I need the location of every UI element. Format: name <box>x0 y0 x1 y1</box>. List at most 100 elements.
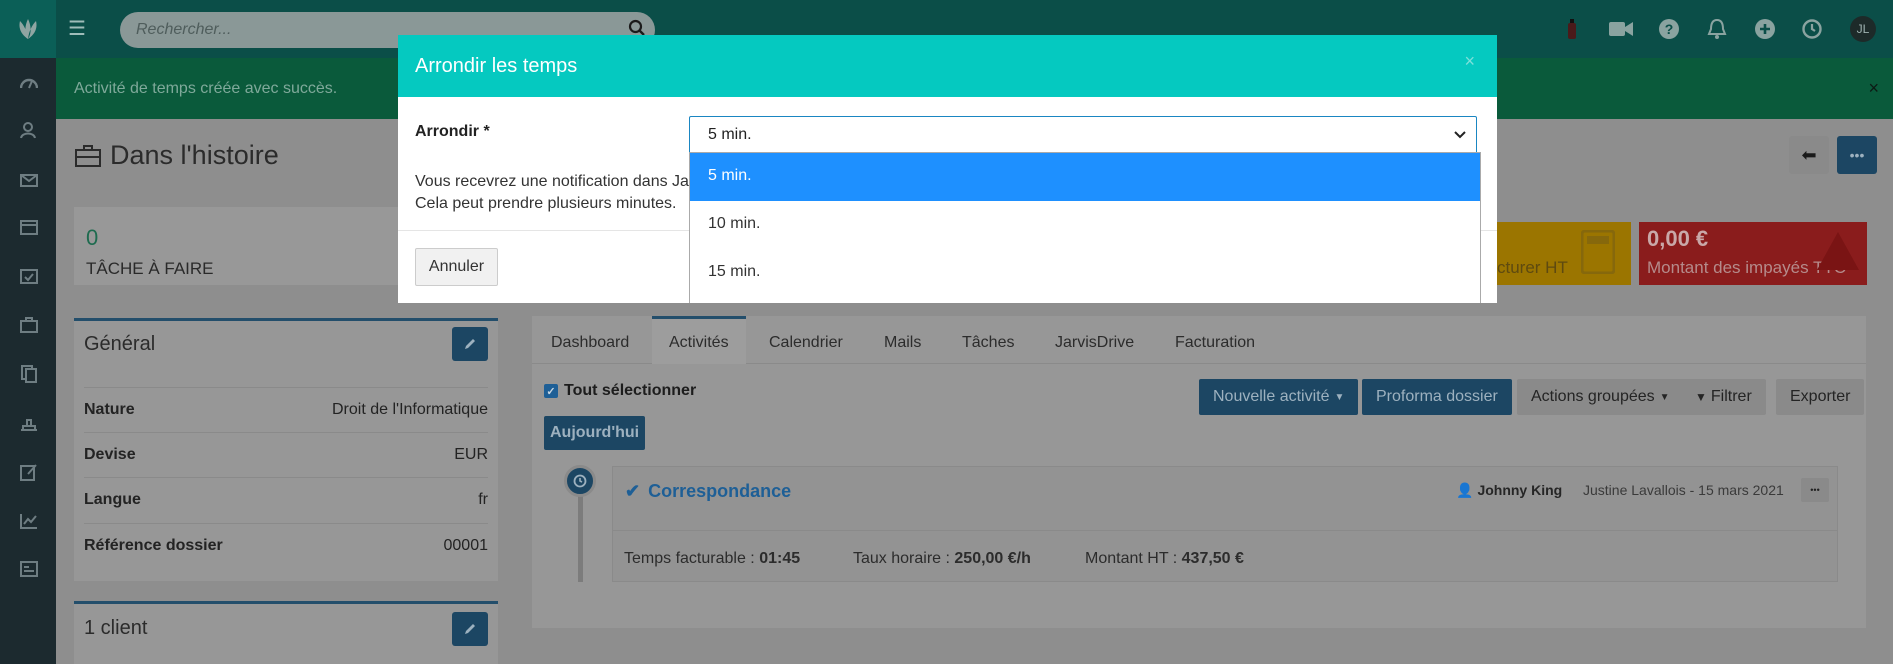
caret-down-icon: ▼ <box>1659 391 1670 403</box>
proforma-button[interactable]: Proforma dossier <box>1362 379 1512 415</box>
kpi-value: 0 <box>86 225 99 250</box>
option-15-min[interactable]: 15 min. <box>690 249 1480 297</box>
chart-line-icon[interactable] <box>19 512 39 530</box>
arrow-left-icon: ⬅ <box>1801 144 1817 165</box>
option-5-min[interactable]: 5 min. <box>690 153 1480 201</box>
edit-clients-button[interactable] <box>452 612 488 646</box>
activity-meta: Justine Lavallois - 15 mars 2021 <box>1583 482 1784 498</box>
row-label: Langue <box>84 491 141 508</box>
alert-text: Activité de temps créée avec succès. <box>74 80 338 97</box>
export-button[interactable]: Exporter <box>1776 379 1865 415</box>
hamburger-menu-icon[interactable]: ☰ <box>68 19 92 39</box>
amount-ht-label: Montant HT : <box>1085 550 1178 567</box>
page-title: Dans l'histoire <box>74 140 279 171</box>
more-options-button[interactable]: ••• <box>1837 136 1877 174</box>
tab-activites[interactable]: Activités <box>669 334 729 352</box>
row-value: 00001 <box>443 537 489 554</box>
edit-icon[interactable] <box>19 463 39 481</box>
filter-icon: ▼ <box>1695 390 1707 404</box>
cancel-button[interactable]: Annuler <box>415 248 498 286</box>
tab-calendrier[interactable]: Calendrier <box>769 334 843 352</box>
bell-icon[interactable] <box>1705 17 1729 41</box>
hourly-rate-value: 250,00 €/h <box>954 550 1031 567</box>
billable-time-value: 01:45 <box>759 550 801 567</box>
stamp-icon[interactable] <box>19 414 39 432</box>
select-all-label: Tout sélectionner <box>564 382 697 399</box>
row-value: Droit de l'Informatique <box>331 401 488 418</box>
caret-down-icon: ▼ <box>1334 391 1345 403</box>
tab-jarvisdrive[interactable]: JarvisDrive <box>1055 334 1134 352</box>
check-icon: ✔ <box>625 481 641 501</box>
row-value: fr <box>478 491 488 508</box>
calendar-icon[interactable] <box>19 218 39 236</box>
tab-dashboard[interactable]: Dashboard <box>551 334 629 352</box>
filter-button[interactable]: ▼ Filtrer <box>1681 379 1766 415</box>
row-label: Nature <box>84 401 135 418</box>
kpi-tasks: 0 TÂCHE À FAIRE <box>74 207 398 285</box>
round-select-value: 5 min. <box>708 126 752 143</box>
tab-mails[interactable]: Mails <box>884 334 921 352</box>
billable-time: Temps facturable : 01:45 <box>624 550 800 568</box>
activity-menu-ellipsis-icon[interactable]: ••• <box>1801 478 1829 502</box>
general-row: Langue fr <box>84 477 488 522</box>
timeline-clock-icon <box>564 465 596 497</box>
row-label: Référence dossier <box>84 537 223 554</box>
round-options-dropdown: 5 min. 10 min. 15 min. <box>689 152 1481 303</box>
billable-time-label: Temps facturable : <box>624 550 755 567</box>
activity-user: 👤 Johnny King <box>1456 482 1562 499</box>
contacts-icon[interactable] <box>19 121 39 139</box>
svg-text:?: ? <box>1665 21 1674 37</box>
edit-general-button[interactable] <box>452 327 488 361</box>
briefcase-icon <box>75 144 101 167</box>
today-button[interactable]: Aujourd'hui <box>544 416 646 450</box>
mail-icon[interactable] <box>19 171 39 189</box>
user-icon: 👤 <box>1456 482 1474 498</box>
amount-ht: Montant HT : 437,50 € <box>1085 550 1244 568</box>
modal-header: Arrondir les temps × <box>398 35 1497 97</box>
logo-icon <box>19 19 37 39</box>
user-avatar[interactable]: JL <box>1850 16 1876 42</box>
help-icon[interactable]: ? <box>1657 17 1681 41</box>
tab-facturation[interactable]: Facturation <box>1175 334 1255 352</box>
hourly-rate: Taux horaire : 250,00 €/h <box>853 550 1031 568</box>
documents-icon[interactable] <box>19 365 39 383</box>
pencil-icon <box>465 339 475 349</box>
modal-notice: Vous recevrez une notification dans Jar … <box>415 171 705 215</box>
modal-title: Arrondir les temps <box>415 55 578 77</box>
clients-title: 1 client <box>84 617 148 639</box>
notice-line-1: Vous recevrez une notification dans Jar <box>415 173 695 190</box>
pencil-icon <box>465 624 475 634</box>
briefcase-icon[interactable] <box>19 316 39 334</box>
amount-ht-value: 437,50 € <box>1181 550 1244 567</box>
grouped-actions-label: Actions groupées <box>1531 388 1655 405</box>
video-camera-icon[interactable] <box>1609 17 1633 41</box>
alert-close-icon[interactable]: × <box>1868 78 1879 99</box>
grouped-actions-button[interactable]: Actions groupées ▼ <box>1517 379 1684 415</box>
new-activity-label: Nouvelle activité <box>1213 388 1330 405</box>
row-label: Devise <box>84 446 136 463</box>
activity-user-name: Johnny King <box>1477 482 1563 498</box>
add-circle-icon[interactable] <box>1753 17 1777 41</box>
ellipsis-icon: ••• <box>1849 147 1865 163</box>
option-10-min[interactable]: 10 min. <box>690 201 1480 249</box>
dashboard-icon[interactable] <box>19 73 39 91</box>
new-activity-button[interactable]: Nouvelle activité ▼ <box>1199 379 1359 415</box>
tasks-calendar-icon[interactable] <box>19 267 39 285</box>
round-select[interactable]: 5 min. <box>689 116 1477 154</box>
activity-title-row: ✔ Correspondance <box>625 481 791 502</box>
filter-label: Filtrer <box>1710 388 1752 405</box>
modal-close-icon[interactable]: × <box>1464 51 1475 72</box>
fire-extinguisher-icon[interactable] <box>1560 17 1584 41</box>
activity-title[interactable]: Correspondance <box>648 481 791 502</box>
clock-icon[interactable] <box>1800 17 1824 41</box>
calculator-icon <box>1581 230 1615 274</box>
select-all-checkbox[interactable]: ✓ <box>544 384 558 398</box>
back-button[interactable]: ⬅ <box>1789 136 1829 174</box>
activity-card-divider <box>612 530 1838 531</box>
select-all[interactable]: ✓ Tout sélectionner <box>544 382 696 400</box>
chevron-down-icon <box>1454 131 1466 139</box>
general-row: Devise EUR <box>84 432 488 477</box>
tab-taches[interactable]: Tâches <box>962 334 1014 352</box>
app-logo[interactable] <box>0 0 56 58</box>
id-card-icon[interactable] <box>19 560 39 578</box>
